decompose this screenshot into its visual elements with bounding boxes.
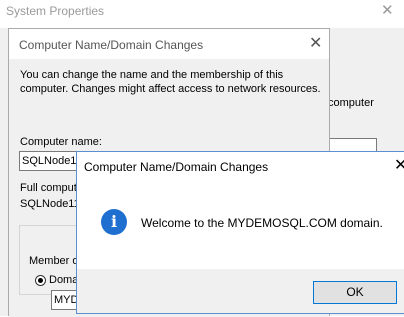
partial-label: computer bbox=[328, 97, 374, 109]
computer-name-label: Computer name: bbox=[20, 136, 102, 148]
dialog-title: Computer Name/Domain Changes bbox=[19, 38, 204, 52]
domain-radio-label: Doma bbox=[49, 274, 79, 286]
window-title: System Properties bbox=[6, 4, 105, 18]
description-line-1: You can change the name and the membersh… bbox=[20, 69, 284, 81]
member-of-label: Member o bbox=[27, 255, 81, 267]
welcome-message-box: Computer Name/Domain Changes ✕ i Welcome… bbox=[76, 151, 404, 314]
welcome-message: Welcome to the MYDEMOSQL.COM domain. bbox=[141, 216, 383, 230]
ok-button[interactable]: OK bbox=[313, 281, 397, 304]
close-icon[interactable]: ✕ bbox=[394, 155, 404, 175]
message-box-footer: OK bbox=[77, 269, 404, 313]
description-line-2: computer. Changes might affect access to… bbox=[20, 83, 321, 95]
domain-radio[interactable] bbox=[35, 275, 46, 286]
full-name-value: SQLNode11 bbox=[20, 198, 80, 210]
radio-selected-dot bbox=[38, 278, 43, 283]
close-icon[interactable]: ✕ bbox=[381, 1, 394, 19]
close-icon[interactable]: ✕ bbox=[309, 33, 322, 53]
info-icon: i bbox=[101, 209, 127, 235]
full-name-label: Full compute bbox=[20, 182, 83, 194]
message-box-title: Computer Name/Domain Changes bbox=[84, 160, 269, 174]
